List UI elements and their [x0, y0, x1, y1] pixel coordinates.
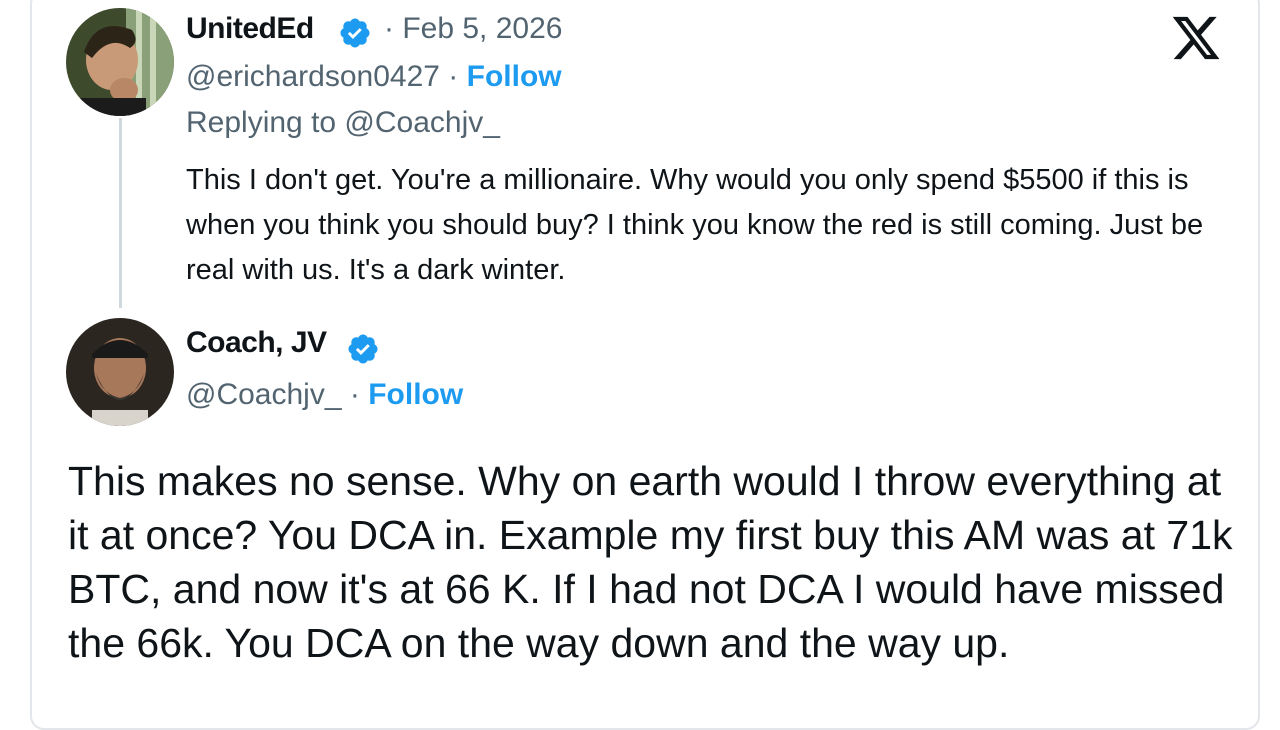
main-post-text: This makes no sense. Why on earth would …: [68, 458, 1233, 666]
avatar[interactable]: [66, 8, 174, 116]
verified-badge-icon: [348, 334, 378, 364]
x-logo-icon[interactable]: [1170, 12, 1222, 64]
separator: ·: [439, 60, 467, 93]
reply-handle[interactable]: @erichardson0427: [186, 60, 440, 93]
verified-badge-icon: [340, 18, 370, 48]
post-date[interactable]: · Feb 5, 2026: [384, 12, 562, 46]
avatar[interactable]: [66, 318, 174, 426]
reply-text: This I don't get. You're a millionaire. …: [186, 164, 1204, 286]
replying-to[interactable]: Replying to @Coachjv_: [186, 106, 500, 140]
separator: ·: [341, 378, 369, 411]
thread-line: [119, 118, 122, 308]
follow-button[interactable]: Follow: [368, 378, 463, 411]
main-handle-row: @Coachjv_ · Follow: [186, 378, 463, 412]
reply-handle-row: @erichardson0427 · Follow: [186, 60, 562, 94]
main-author-name[interactable]: Coach, JV: [186, 326, 327, 360]
reply-author-name[interactable]: UnitedEd: [186, 12, 314, 46]
main-handle[interactable]: @Coachjv_: [186, 378, 342, 411]
follow-button[interactable]: Follow: [467, 60, 562, 93]
